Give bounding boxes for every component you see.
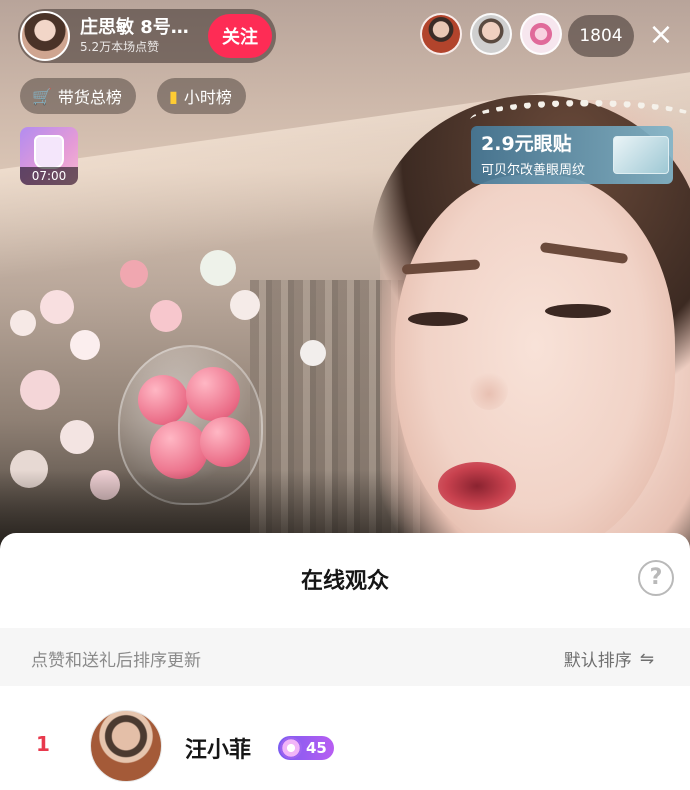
host-info-pill[interactable]: 庄思敏 8号… 5.2万本场点赞 关注 bbox=[18, 9, 276, 63]
left-eye bbox=[408, 312, 468, 326]
host-avatar[interactable] bbox=[20, 11, 70, 61]
close-icon[interactable]: × bbox=[645, 18, 677, 52]
gift-timer: 07:00 bbox=[20, 167, 78, 185]
hourly-rank-chip[interactable]: ▮ 小时榜 bbox=[157, 78, 246, 114]
list-item[interactable]: 1 汪小菲 ◆ 45 bbox=[0, 708, 690, 786]
top-viewer-avatars bbox=[420, 13, 562, 55]
right-eye bbox=[545, 304, 611, 318]
avatar[interactable] bbox=[90, 710, 162, 782]
nose bbox=[470, 370, 508, 410]
viewer-avatar-3[interactable] bbox=[520, 13, 562, 55]
viewer-avatar-1[interactable] bbox=[420, 13, 462, 55]
level-value: 45 bbox=[306, 739, 327, 757]
online-count[interactable]: 1804 bbox=[568, 15, 634, 57]
sheet-title: 在线观众 bbox=[300, 569, 389, 594]
sales-rank-chip[interactable]: 🛒 带货总榜 bbox=[20, 78, 136, 114]
follow-button[interactable]: 关注 bbox=[208, 14, 272, 58]
viewer-avatar-2[interactable] bbox=[470, 13, 512, 55]
product-ad-card[interactable]: 2.9元眼贴 可贝尔改善眼周纹 bbox=[471, 126, 673, 184]
sort-label: 默认排序 bbox=[563, 651, 632, 671]
host-name: 庄思敏 8号… bbox=[80, 17, 189, 38]
level-gem-icon: ◆ bbox=[280, 737, 302, 759]
streamer-face bbox=[395, 175, 675, 555]
level-badge: ◆ 45 bbox=[278, 736, 334, 760]
bar-chart-icon: ▮ bbox=[169, 86, 178, 106]
viewer-name: 汪小菲 bbox=[185, 738, 252, 763]
product-image bbox=[613, 136, 669, 174]
host-info: 庄思敏 8号… 5.2万本场点赞 bbox=[80, 17, 212, 55]
ad-title: 2.9元眼贴 bbox=[481, 133, 572, 155]
sort-button[interactable]: 默认排序 ⇋ bbox=[563, 646, 654, 672]
rank-number: 1 bbox=[36, 732, 50, 756]
swap-icon: ⇋ bbox=[639, 648, 654, 669]
cart-icon: 🛒 bbox=[32, 86, 52, 106]
mouth bbox=[438, 462, 516, 510]
gift-bag-icon[interactable]: 07:00 bbox=[20, 127, 78, 185]
host-likes: 5.2万本场点赞 bbox=[80, 40, 160, 54]
hourly-rank-label: 小时榜 bbox=[183, 88, 232, 107]
sales-rank-label: 带货总榜 bbox=[57, 88, 122, 107]
help-icon[interactable]: ? bbox=[638, 560, 674, 596]
bag-shape bbox=[34, 135, 64, 169]
sort-bar: 点赞和送礼后排序更新 默认排序 ⇋ bbox=[0, 628, 690, 686]
ad-subtitle: 可贝尔改善眼周纹 bbox=[481, 163, 586, 178]
sort-hint: 点赞和送礼后排序更新 bbox=[31, 651, 201, 671]
online-audience-sheet: 在线观众 ? 点赞和送礼后排序更新 默认排序 ⇋ 1 汪小菲 ◆ 45 bbox=[0, 533, 690, 790]
